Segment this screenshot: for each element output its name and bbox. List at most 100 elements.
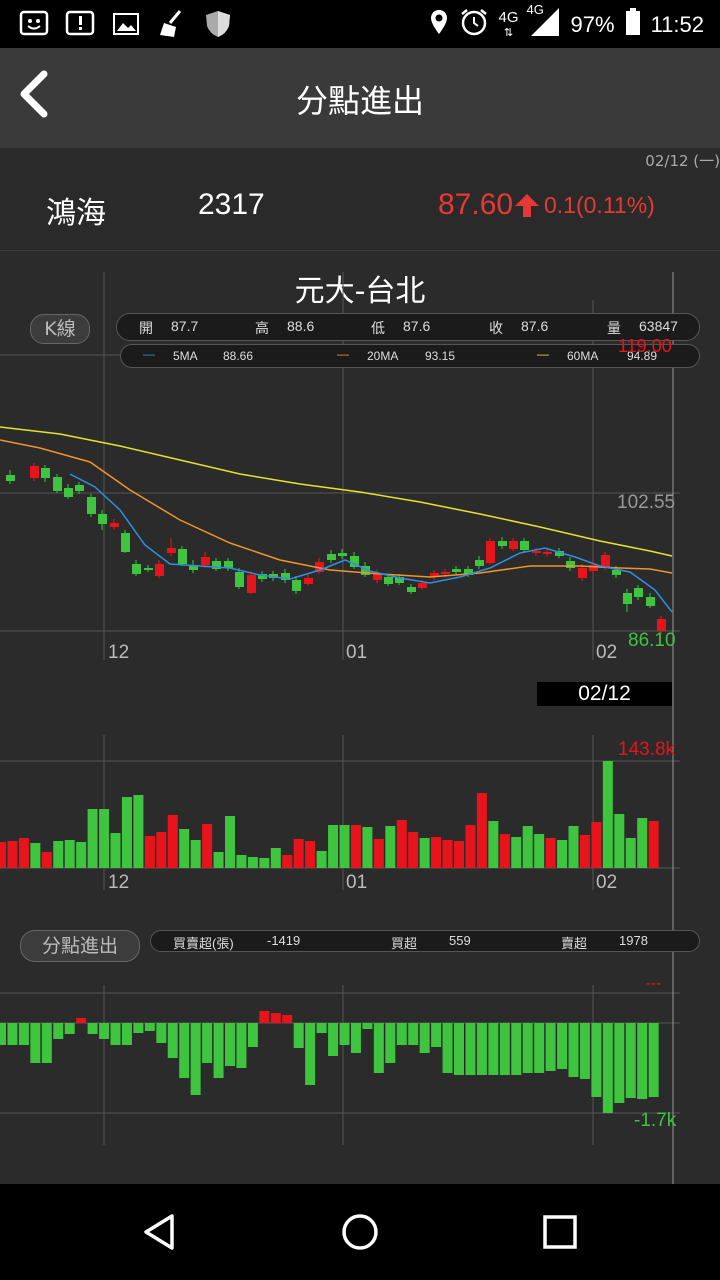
high-label: 高 (255, 320, 269, 336)
volume-bar (259, 858, 270, 868)
volume-bar (396, 820, 407, 868)
flow-bar (190, 1023, 201, 1095)
volume-value: 63847 (639, 318, 678, 334)
flow-bar (133, 1023, 144, 1033)
volume-bar (64, 840, 75, 868)
candle-body (75, 485, 84, 491)
flow-bar (442, 1023, 453, 1073)
flow-max-label: --- (646, 976, 662, 992)
open-label: 開 (139, 320, 153, 336)
flow-bar (568, 1023, 579, 1077)
volume-bar (499, 834, 510, 868)
volume-bar (648, 821, 659, 868)
kline-button[interactable]: K線 (30, 314, 90, 344)
flow-bar (328, 1023, 339, 1056)
flow-bar (305, 1023, 316, 1085)
flow-bar (236, 1023, 247, 1068)
volume-bar (76, 842, 87, 868)
volume-bar (247, 857, 258, 868)
flow-bar (0, 1023, 6, 1045)
flow-bar (419, 1023, 430, 1053)
volume-bar (270, 848, 281, 868)
flow-bar (557, 1023, 568, 1069)
volume-bar (522, 826, 533, 868)
flow-bar (579, 1023, 590, 1079)
ma5-legend-icon: — (143, 347, 155, 361)
volume-bar (488, 821, 499, 868)
flow-bar (385, 1023, 396, 1063)
candle-body (201, 557, 210, 565)
volume-bar (362, 827, 373, 868)
flow-bar (488, 1023, 499, 1075)
price-min-label: 86.10 (628, 630, 676, 651)
candle-body (30, 466, 39, 478)
flow-bar (110, 1023, 121, 1045)
volume-label: 量 (607, 320, 621, 336)
flow-bar (499, 1023, 510, 1075)
ma20-label: 20MA (367, 349, 399, 363)
high-value: 88.6 (287, 318, 315, 334)
flow-bar (121, 1023, 132, 1045)
open-value: 87.7 (171, 318, 199, 334)
volume-bar (625, 838, 636, 868)
ma-bar: — 5MA 88.66 — 93.15 20MA 93.15 — 60MA 94… (120, 344, 700, 368)
flow-bar (30, 1023, 41, 1063)
volume-bar (534, 834, 545, 868)
flow-bar (179, 1023, 190, 1078)
flow-bar (648, 1023, 659, 1097)
price-max-label: 119.00 (618, 336, 672, 356)
candle-body (384, 577, 393, 584)
candle-body (144, 568, 153, 570)
volume-bar (373, 839, 384, 868)
candle-body (509, 541, 518, 549)
home-nav-icon[interactable] (340, 1212, 380, 1252)
candle-body (623, 593, 632, 604)
volume-bar (179, 829, 190, 868)
flow-bar (167, 1023, 178, 1058)
flow-bar (282, 1015, 293, 1023)
kline-x-label-3: 02 (596, 642, 618, 663)
flow-bar (465, 1023, 476, 1075)
candle-body (292, 580, 301, 591)
candle-body (235, 572, 244, 587)
ma5-label: 5MA (173, 349, 198, 363)
volume-bar (442, 840, 453, 868)
candle-body (132, 564, 141, 574)
volume-bars (0, 761, 659, 868)
volume-bar (511, 837, 522, 868)
flow-bar (476, 1023, 487, 1075)
recents-nav-icon[interactable] (542, 1214, 578, 1250)
candle-body (452, 569, 461, 572)
volume-bar (568, 826, 579, 868)
kline-x-label-2: 01 (346, 642, 368, 663)
vol-x-label-1: 12 (108, 872, 130, 893)
back-nav-icon[interactable] (140, 1212, 180, 1252)
volume-bar (110, 833, 121, 868)
flow-bar (350, 1023, 361, 1053)
ma60-legend-icon: — (537, 347, 549, 361)
ma20-value: 93.15 (425, 349, 456, 363)
ma5-line (69, 473, 673, 613)
candle-body (543, 552, 552, 554)
flow-bar (53, 1023, 64, 1039)
cursor-date-label: 02/12 (537, 682, 672, 706)
volume-bar (18, 838, 29, 868)
flow-bar (202, 1023, 213, 1063)
flow-bar (225, 1023, 235, 1066)
flow-button[interactable]: 分點進出 (20, 930, 140, 962)
volume-bar (419, 838, 430, 868)
candle-body (87, 497, 96, 514)
candle-body (6, 475, 15, 481)
flow-bar (373, 1023, 384, 1073)
volume-bar (87, 809, 98, 868)
buy-value: 559 (449, 933, 471, 948)
volume-bar (614, 814, 625, 868)
volume-bar (602, 761, 613, 868)
candle-body (98, 514, 107, 524)
volume-bar (167, 815, 178, 868)
candle-body (646, 597, 655, 606)
flow-bar (76, 1018, 87, 1023)
ohlc-bar: 開 87.7 高 88.6 低 87.6 收 87.6 量 63847 (116, 313, 700, 341)
volume-bar (431, 837, 442, 868)
volume-bar (557, 840, 568, 868)
